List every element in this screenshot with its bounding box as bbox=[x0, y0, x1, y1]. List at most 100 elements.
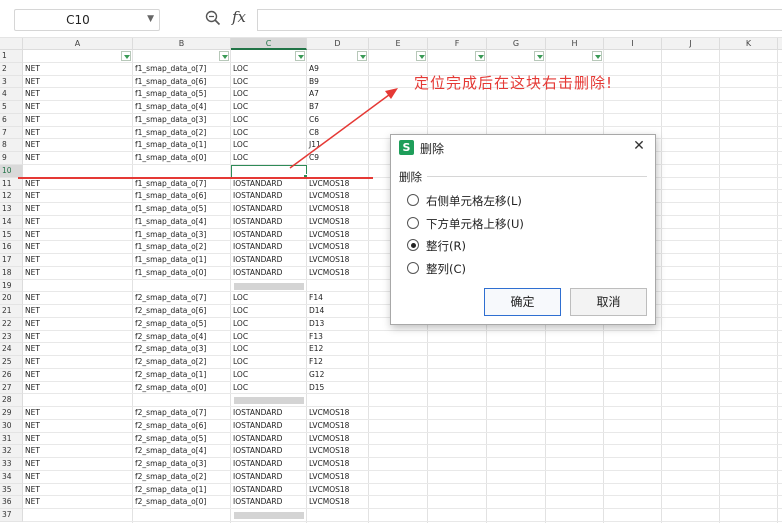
cell-d-9[interactable]: C9 bbox=[307, 152, 369, 165]
row-header[interactable]: 5 bbox=[0, 101, 23, 114]
cell-a-17[interactable]: NET bbox=[23, 254, 133, 267]
cell-a-14[interactable]: NET bbox=[23, 216, 133, 229]
cell-a-26[interactable]: NET bbox=[23, 369, 133, 382]
cell-c-24[interactable]: LOC bbox=[231, 343, 307, 356]
cell-b-11[interactable]: f1_smap_data_o[7] bbox=[133, 178, 231, 191]
cell-a-29[interactable]: NET bbox=[23, 407, 133, 420]
cell-c-25[interactable]: LOC bbox=[231, 356, 307, 369]
cell-b-14[interactable]: f1_smap_data_o[4] bbox=[133, 216, 231, 229]
cell-d-13[interactable]: LVCMOS18 bbox=[307, 203, 369, 216]
row-header[interactable]: 36 bbox=[0, 496, 23, 509]
cell-c-7[interactable]: LOC bbox=[231, 127, 307, 140]
cell-b-23[interactable]: f2_smap_data_o[4] bbox=[133, 331, 231, 344]
cell-a-36[interactable]: NET bbox=[23, 496, 133, 509]
row-header[interactable]: 11 bbox=[0, 177, 23, 191]
cell-c-12[interactable]: IOSTANDARD bbox=[231, 190, 307, 203]
cell-c-34[interactable]: IOSTANDARD bbox=[231, 471, 307, 484]
cell-b-12[interactable]: f1_smap_data_o[6] bbox=[133, 190, 231, 203]
cell-c-29[interactable]: IOSTANDARD bbox=[231, 407, 307, 420]
row-header[interactable]: 34 bbox=[0, 470, 23, 484]
select-all-corner[interactable] bbox=[0, 38, 23, 50]
cell-d-16[interactable]: LVCMOS18 bbox=[307, 241, 369, 254]
cell-d-21[interactable]: D14 bbox=[307, 305, 369, 318]
filter-dropdown-icon[interactable] bbox=[592, 51, 602, 61]
cell-d-26[interactable]: G12 bbox=[307, 369, 369, 382]
cell-c-26[interactable]: LOC bbox=[231, 369, 307, 382]
row-header[interactable]: 33 bbox=[0, 458, 23, 471]
filter-dropdown-icon[interactable] bbox=[357, 51, 367, 61]
cell-b-20[interactable]: f2_smap_data_o[7] bbox=[133, 292, 231, 305]
cell-d-28[interactable] bbox=[307, 394, 369, 407]
row-header[interactable]: 10 bbox=[0, 164, 23, 178]
cell-a-13[interactable]: NET bbox=[23, 203, 133, 216]
cell-c-5[interactable]: LOC bbox=[231, 101, 307, 114]
cell-b-30[interactable]: f2_smap_data_o[6] bbox=[133, 420, 231, 433]
cell-c-8[interactable]: LOC bbox=[231, 139, 307, 152]
column-header-e[interactable]: E bbox=[369, 38, 428, 50]
row-header[interactable]: 24 bbox=[0, 343, 23, 356]
cell-c-15[interactable]: IOSTANDARD bbox=[231, 229, 307, 242]
cell-b-10[interactable] bbox=[133, 165, 231, 178]
filter-dropdown-icon[interactable] bbox=[534, 51, 544, 61]
row-header[interactable]: 23 bbox=[0, 330, 23, 344]
cell-a-10[interactable] bbox=[23, 165, 133, 178]
cell-c-13[interactable]: IOSTANDARD bbox=[231, 203, 307, 216]
cell-d-18[interactable]: LVCMOS18 bbox=[307, 267, 369, 280]
cell-a-22[interactable]: NET bbox=[23, 318, 133, 331]
column-header-a[interactable]: A bbox=[23, 38, 133, 50]
cell-b-31[interactable]: f2_smap_data_o[5] bbox=[133, 433, 231, 446]
cell-c-20[interactable]: LOC bbox=[231, 292, 307, 305]
cell-d-3[interactable]: B9 bbox=[307, 76, 369, 89]
cell-b-37[interactable] bbox=[133, 509, 231, 522]
cell-a-12[interactable]: NET bbox=[23, 190, 133, 203]
row-header[interactable]: 2 bbox=[0, 62, 23, 76]
cell-d-31[interactable]: LVCMOS18 bbox=[307, 433, 369, 446]
cell-d-12[interactable]: LVCMOS18 bbox=[307, 190, 369, 203]
column-header-i[interactable]: I bbox=[604, 38, 662, 50]
cell-b-16[interactable]: f1_smap_data_o[2] bbox=[133, 241, 231, 254]
cell-d-29[interactable]: LVCMOS18 bbox=[307, 407, 369, 420]
cell-c-14[interactable]: IOSTANDARD bbox=[231, 216, 307, 229]
cell-d-17[interactable]: LVCMOS18 bbox=[307, 254, 369, 267]
cell-a-18[interactable]: NET bbox=[23, 267, 133, 280]
filter-dropdown-icon[interactable] bbox=[219, 51, 229, 61]
row-header[interactable]: 31 bbox=[0, 432, 23, 446]
radio-entire-row[interactable] bbox=[407, 239, 419, 251]
cell-b-27[interactable]: f2_smap_data_o[0] bbox=[133, 382, 231, 395]
cell-d-2[interactable]: A9 bbox=[307, 63, 369, 76]
cell-b-35[interactable]: f2_smap_data_o[1] bbox=[133, 484, 231, 497]
cell-b-15[interactable]: f1_smap_data_o[3] bbox=[133, 229, 231, 242]
ok-button[interactable]: 确定 bbox=[484, 288, 561, 316]
radio-entire-column[interactable] bbox=[407, 262, 419, 274]
column-header-k[interactable]: K bbox=[720, 38, 778, 50]
cell-a-25[interactable]: NET bbox=[23, 356, 133, 369]
cell-d-4[interactable]: A7 bbox=[307, 88, 369, 101]
filter-dropdown-icon[interactable] bbox=[295, 51, 305, 61]
filter-dropdown-icon[interactable] bbox=[121, 51, 131, 61]
cell-d-5[interactable]: B7 bbox=[307, 101, 369, 114]
cell-b-32[interactable]: f2_smap_data_o[4] bbox=[133, 445, 231, 458]
column-header-j[interactable]: J bbox=[662, 38, 720, 50]
row-header[interactable]: 12 bbox=[0, 190, 23, 203]
row-header[interactable]: 1 bbox=[0, 50, 23, 63]
cell-b-2[interactable]: f1_smap_data_o[7] bbox=[133, 63, 231, 76]
cell-d-11[interactable]: LVCMOS18 bbox=[307, 178, 369, 191]
row-header[interactable]: 32 bbox=[0, 445, 23, 458]
cell-c-27[interactable]: LOC bbox=[231, 382, 307, 395]
cell-d-14[interactable]: LVCMOS18 bbox=[307, 216, 369, 229]
cell-b-5[interactable]: f1_smap_data_o[4] bbox=[133, 101, 231, 114]
row-header[interactable]: 15 bbox=[0, 228, 23, 242]
cell-b-13[interactable]: f1_smap_data_o[5] bbox=[133, 203, 231, 216]
cell-c-18[interactable]: IOSTANDARD bbox=[231, 267, 307, 280]
cell-b-25[interactable]: f2_smap_data_o[2] bbox=[133, 356, 231, 369]
row-header[interactable]: 20 bbox=[0, 292, 23, 305]
cell-d-34[interactable]: LVCMOS18 bbox=[307, 471, 369, 484]
cell-c-16[interactable]: IOSTANDARD bbox=[231, 241, 307, 254]
column-header-c[interactable]: C bbox=[231, 38, 307, 50]
fx-icon[interactable]: fx bbox=[232, 8, 246, 26]
cell-c-30[interactable]: IOSTANDARD bbox=[231, 420, 307, 433]
cancel-button[interactable]: 取消 bbox=[570, 288, 647, 316]
cell-b-34[interactable]: f2_smap_data_o[2] bbox=[133, 471, 231, 484]
cell-b-19[interactable] bbox=[133, 280, 231, 293]
column-header-g[interactable]: G bbox=[487, 38, 546, 50]
